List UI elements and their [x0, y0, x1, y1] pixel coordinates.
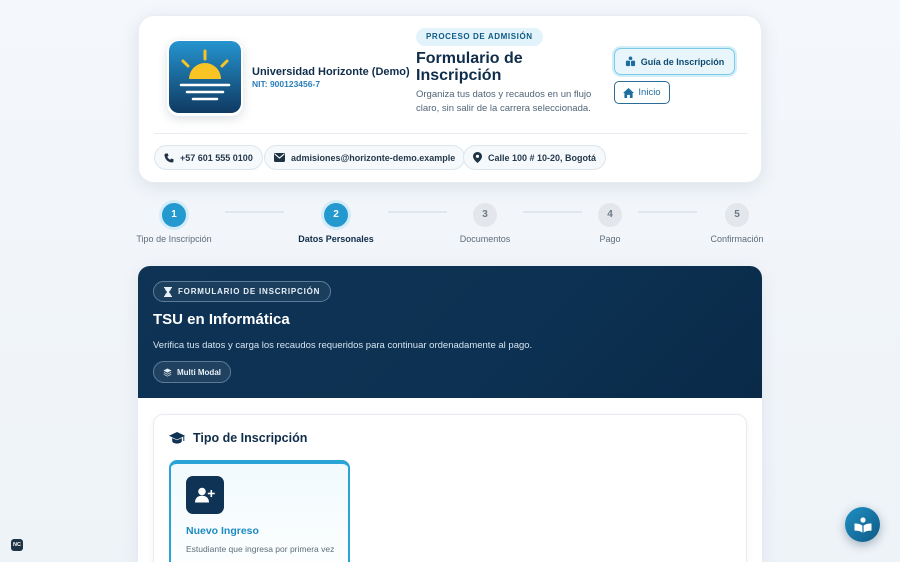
step-number: 1 [162, 203, 186, 227]
graduation-cap-icon [169, 432, 185, 444]
option-nuevo-ingreso[interactable]: Nuevo Ingreso Estudiante que ingresa por… [169, 460, 350, 562]
hourglass-icon [164, 286, 172, 297]
step-label: Pago [599, 234, 621, 244]
registration-type-section: Tipo de Inscripción Nuevo Ingreso Estudi… [153, 414, 747, 562]
program-title: TSU en Informática [153, 311, 290, 328]
program-banner: FORMULARIO DE INSCRIPCIÓN TSU en Informá… [138, 266, 762, 398]
step-number: 4 [598, 203, 622, 227]
guide-icon [625, 56, 635, 67]
email-text: admisiones@horizonte-demo.example [291, 152, 456, 163]
home-button-label: Inicio [638, 87, 661, 98]
address-text: Calle 100 # 10-20, Bogotá [488, 152, 597, 163]
step-number: 3 [473, 203, 497, 227]
option-title: Nuevo Ingreso [186, 525, 259, 537]
user-plus-icon [186, 476, 224, 514]
layers-icon [163, 367, 172, 377]
section-title: Tipo de Inscripción [169, 431, 307, 445]
help-fab-button[interactable] [845, 507, 880, 542]
step-confirmacion[interactable]: 5 Confirmación [687, 203, 787, 244]
corner-badge: NC [11, 539, 23, 551]
phone-icon [164, 153, 174, 162]
modality-label: Multi Modal [177, 367, 221, 377]
form-badge: FORMULARIO DE INSCRIPCIÓN [153, 281, 332, 302]
section-title-text: Tipo de Inscripción [193, 431, 308, 445]
option-description: Estudiante que ingresa por primera vez [186, 544, 335, 554]
university-logo [167, 40, 243, 116]
form-badge-label: FORMULARIO DE INSCRIPCIÓN [178, 287, 321, 296]
home-button[interactable]: Inicio [614, 81, 670, 104]
email-contact-chip[interactable]: admisiones@horizonte-demo.example [264, 145, 466, 170]
step-label: Confirmación [710, 234, 764, 244]
location-pin-icon [473, 152, 482, 163]
university-name: Universidad Horizonte (Demo) [252, 66, 410, 78]
process-badge: PROCESO DE ADMISIÓN [416, 28, 543, 46]
address-contact-chip[interactable]: Calle 100 # 10-20, Bogotá [463, 145, 607, 170]
step-number: 5 [725, 203, 749, 227]
step-documentos[interactable]: 3 Documentos [435, 203, 535, 244]
step-label: Datos Personales [298, 234, 374, 244]
program-description: Verifica tus datos y carga los recaudos … [153, 340, 533, 351]
modality-badge: Multi Modal [153, 361, 231, 383]
step-pago[interactable]: 4 Pago [560, 203, 660, 244]
step-datos-personales[interactable]: 2 Datos Personales [286, 203, 386, 244]
registration-guide-button[interactable]: Guía de Inscripción [614, 48, 735, 75]
step-label: Tipo de Inscripción [136, 234, 212, 244]
home-icon [623, 87, 635, 98]
header-divider [154, 133, 748, 134]
phone-contact-chip[interactable]: +57 601 555 0100 [154, 145, 263, 170]
page-description: Organiza tus datos y recaudos en un fluj… [416, 89, 592, 114]
registration-guide-label: Guía de Inscripción [640, 56, 725, 67]
step-label: Documentos [459, 234, 511, 244]
page-title: Formulario de Inscripción [416, 50, 523, 84]
university-nit: NIT: 900123456-7 [252, 79, 321, 89]
institution-header-card: Universidad Horizonte (Demo) NIT: 900123… [138, 15, 762, 183]
envelope-icon [274, 153, 285, 162]
reader-book-icon [854, 516, 871, 533]
step-connector [225, 211, 284, 213]
phone-text: +57 601 555 0100 [180, 152, 253, 163]
registration-form-card: FORMULARIO DE INSCRIPCIÓN TSU en Informá… [138, 266, 762, 562]
step-tipo-inscripcion[interactable]: 1 Tipo de Inscripción [124, 203, 224, 244]
step-number: 2 [324, 203, 348, 227]
